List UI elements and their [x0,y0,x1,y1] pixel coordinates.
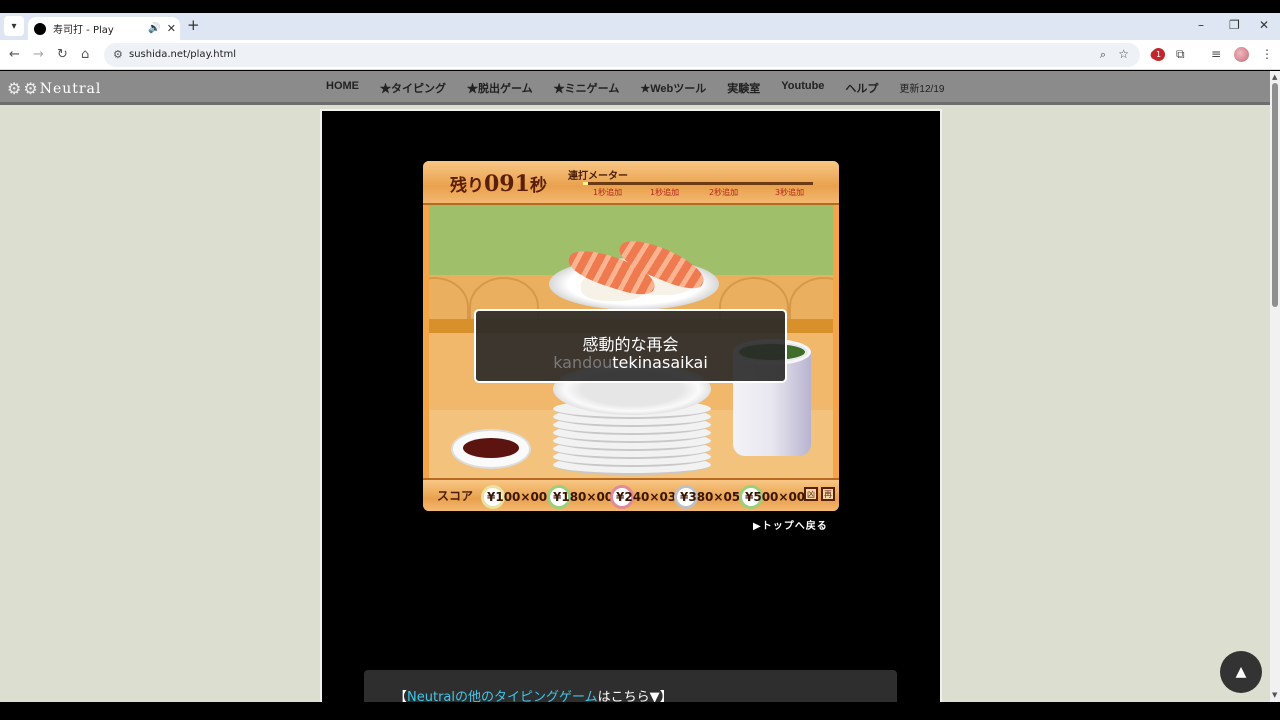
plate-price: ¥100 [487,490,521,504]
combo-meter-fill [583,182,588,185]
new-tab-button[interactable]: + [187,16,200,34]
plate-price: ¥500 [745,490,779,504]
meter-mark: 1秒追加 [650,188,680,197]
extensions-puzzle-icon[interactable]: ⧉ [1176,47,1185,62]
bookmark-star-icon[interactable]: ☆ [1118,47,1129,61]
nav-youtube[interactable]: Youtube [781,80,824,96]
address-bar[interactable]: ⚙ sushida.net/play.html ⌕ ☆ [104,43,1140,67]
active-tab[interactable]: 寿司打 - Play 🔊 ✕ [28,17,180,40]
tab-bar: ▾ 寿司打 - Play 🔊 ✕ + – ❐ ✕ [0,13,1280,40]
plate-count-380: ¥380×05 [674,485,740,509]
plate-count: ×05 [713,490,741,504]
plate-count: ×00 [778,490,806,504]
nav-lab[interactable]: 実験室 [727,80,760,96]
other-games-text: 【Neutralの他のタイピングゲームはこちら▼】 [394,686,673,702]
tab-close-button[interactable]: ✕ [167,22,176,35]
profile-avatar[interactable] [1234,47,1249,62]
other-games-box: 【Neutralの他のタイピングゲームはこちら▼】 [364,670,897,702]
combo-meter [583,182,813,185]
meter-mark: 2秒追加 [709,188,739,197]
browser-toolbar: ← → ↻ ⌂ ⚙ sushida.net/play.html ⌕ ☆ ● ⧉ … [0,40,1280,70]
plate-price: ¥380 [680,490,714,504]
plate-price: ¥240 [616,490,650,504]
score-label: スコア [437,489,474,503]
plate-count-500: ¥500×00 [739,485,805,509]
minimize-button[interactable]: – [1198,18,1204,32]
nav-web-tools[interactable]: ★Webツール [640,80,706,96]
scroll-up-arrow[interactable]: ▲ [1272,73,1277,81]
plate-count: ×00 [520,490,548,504]
plate-count: ×03 [649,490,677,504]
other-games-suffix: はこちら▼】 [597,690,673,702]
site-logo[interactable]: ⚙ ⚙ Neutral [7,79,101,98]
nav-mini-games[interactable]: ★ミニゲーム [554,80,620,96]
romaji-typed: kandou [553,353,613,372]
home-button[interactable]: ⌂ [81,47,89,62]
retry-icon[interactable]: 再 [821,487,835,501]
page-viewport: ⚙ ⚙ Neutral HOME ★タイピング ★脱出ゲーム ★ミニゲーム ★W… [0,71,1270,702]
back-button[interactable]: ← [9,47,20,62]
speaker-icon[interactable]: 🔊 [148,23,160,34]
reload-button[interactable]: ↻ [57,47,68,62]
nav-help[interactable]: ヘルプ [845,80,878,96]
page-scrollbar[interactable]: ▲ ▼ [1270,71,1280,702]
scroll-down-arrow[interactable]: ▼ [1272,691,1277,699]
url-text[interactable]: sushida.net/play.html [129,49,236,60]
score-bar: スコア ¥100×00 ¥180×00 ¥240×03 ¥380×05 ¥500… [423,478,839,511]
other-games-link[interactable]: Neutralの他のタイピングゲーム [407,690,598,702]
fullscreen-icon[interactable]: 凶 [804,487,818,501]
bracket-open: 【 [394,690,408,702]
meter-mark: 3秒追加 [775,188,805,197]
time-remaining: 残り091秒 [450,171,547,197]
extension-badge: 1 [1152,48,1165,61]
tab-title: 寿司打 - Play [53,25,114,36]
site-info-icon[interactable]: ⚙ [113,48,123,61]
typing-prompt: 感動的な再会 kandoutekinasaikai [474,309,787,383]
nav-updated[interactable]: 更新12/19 [899,80,944,96]
prompt-romaji: kandoutekinasaikai [476,353,785,372]
screen-bottom-edge [0,702,1280,720]
back-to-top-link[interactable]: ▶トップへ戻る [753,517,828,532]
soy-sauce [463,438,519,458]
restore-button[interactable]: ❐ [1229,18,1240,32]
plate-count-240: ¥240×03 [610,485,676,509]
plate-count-100: ¥100×00 [481,485,547,509]
gear-icon: ⚙ [23,79,39,98]
nav-escape-games[interactable]: ★脱出ゲーム [467,80,533,96]
romaji-remaining: tekinasaikai [612,353,708,372]
meter-mark: 1秒追加 [593,188,623,197]
screen-top-edge [0,0,1280,13]
site-nav-menu: HOME ★タイピング ★脱出ゲーム ★ミニゲーム ★Webツール 実験室 Yo… [326,80,965,96]
scroll-to-top-button[interactable]: ▲ [1220,651,1262,693]
combo-meter-label: 連打メーター [568,171,628,182]
nav-home[interactable]: HOME [326,80,359,96]
tab-search-button[interactable]: ▾ [4,16,24,36]
plate-count-180: ¥180×00 [547,485,613,509]
site-header: ⚙ ⚙ Neutral HOME ★タイピング ★脱出ゲーム ★ミニゲーム ★W… [0,71,1270,105]
plate-price: ¥180 [553,490,587,504]
nav-typing[interactable]: ★タイピング [380,80,446,96]
timer-value: 091 [484,171,530,197]
window-close-button[interactable]: ✕ [1259,18,1269,32]
zoom-icon[interactable]: ⌕ [1100,48,1106,62]
timer-suffix: 秒 [529,176,547,196]
game-top-bar: 残り091秒 連打メーター 1秒追加 1秒追加 2秒追加 3秒追加 [423,161,839,205]
gear-icon: ⚙ [7,79,23,98]
forward-button[interactable]: → [33,47,44,62]
logo-text: Neutral [39,80,102,97]
favicon-icon [34,22,46,35]
menu-kebab-icon[interactable]: ⋮ [1261,47,1273,61]
media-control-icon[interactable]: ≡ [1211,47,1221,61]
prompt-japanese: 感動的な再会 [582,335,679,354]
scrollbar-thumb[interactable] [1272,83,1278,307]
timer-prefix: 残り [450,176,484,196]
